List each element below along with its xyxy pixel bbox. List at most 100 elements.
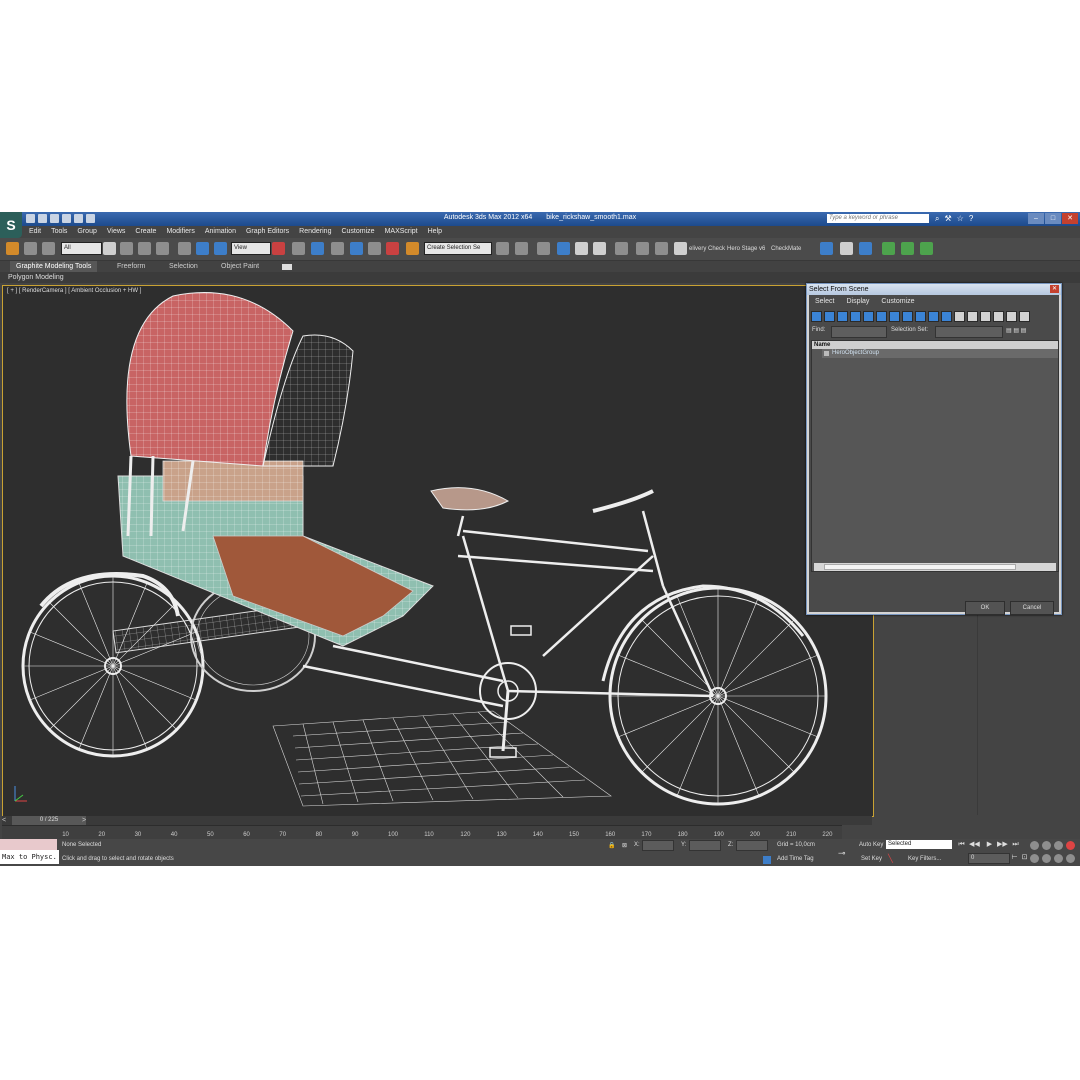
display-containers-icon[interactable] <box>928 311 939 322</box>
tab-graphite-modeling-tools[interactable]: Graphite Modeling Tools <box>10 261 98 272</box>
display-bones-icon[interactable] <box>915 311 926 322</box>
walk-through-icon[interactable] <box>1054 854 1063 863</box>
render-setup-icon[interactable] <box>636 242 649 255</box>
track-bar[interactable]: 10 20 30 40 50 60 70 80 90 100 110 120 130 140 150 160 1… <box>2 825 842 840</box>
maximize-toggle-icon[interactable] <box>1066 854 1075 863</box>
time-configuration-icon[interactable]: ⊡ <box>1020 854 1029 862</box>
absolute-mode-icon[interactable]: ⊠ <box>622 842 627 849</box>
dialog-menu-display[interactable]: Display <box>840 295 875 308</box>
previous-key-icon[interactable]: ◀◀ <box>969 841 980 849</box>
scene-object-list[interactable]: Name HeroObjectGroup <box>811 340 1059 572</box>
script-tool-2-icon[interactable] <box>840 242 853 255</box>
tab-selection[interactable]: Selection <box>169 261 198 272</box>
close-button[interactable]: ✕ <box>1062 213 1078 224</box>
graphite-toggle-icon[interactable] <box>557 242 570 255</box>
display-helpers-icon[interactable] <box>863 311 874 322</box>
display-invert-icon[interactable] <box>993 311 1004 322</box>
hero-stage-button[interactable]: Hero Stage v6 <box>727 246 765 252</box>
schematic-view-icon[interactable] <box>593 242 606 255</box>
angle-snap-icon[interactable] <box>350 242 363 255</box>
ok-button[interactable]: OK <box>965 601 1005 615</box>
menu-tools[interactable]: Tools <box>46 226 72 238</box>
zoom-icon[interactable] <box>1030 841 1039 850</box>
display-cameras-icon[interactable] <box>850 311 861 322</box>
column-header-name[interactable]: Name <box>812 341 1058 349</box>
orbit-icon[interactable] <box>1054 841 1063 850</box>
previous-frame-icon[interactable]: < <box>2 816 6 825</box>
filter-icon[interactable] <box>1019 311 1030 322</box>
script-tool-6-icon[interactable] <box>920 242 933 255</box>
select-and-manipulate-icon[interactable] <box>292 242 305 255</box>
menu-help[interactable]: Help <box>423 226 447 238</box>
unlink-icon[interactable] <box>24 242 37 255</box>
layer-manager-icon[interactable] <box>537 242 550 255</box>
named-selection-dropdown[interactable]: Create Selection Se <box>424 242 492 255</box>
auto-key-button[interactable]: Auto Key <box>859 842 883 848</box>
cancel-button[interactable]: Cancel <box>1010 601 1054 615</box>
help-icon[interactable]: ? <box>969 214 973 223</box>
search-icon[interactable]: ⌕ <box>935 214 939 223</box>
default-tangents-icon[interactable]: ╲ <box>888 854 893 863</box>
checkmate-button[interactable]: CheckMate <box>771 246 801 252</box>
play-icon[interactable]: ▶ <box>985 841 994 849</box>
polygon-modeling-panel[interactable]: Polygon Modeling <box>8 272 64 283</box>
maximize-button[interactable]: □ <box>1045 213 1061 224</box>
menu-edit[interactable]: Edit <box>24 226 46 238</box>
menu-group[interactable]: Group <box>72 226 101 238</box>
display-groups-icon[interactable] <box>889 311 900 322</box>
minimize-button[interactable]: – <box>1028 213 1044 224</box>
display-xrefs-icon[interactable] <box>902 311 913 322</box>
display-geometry-icon[interactable] <box>811 311 822 322</box>
material-editor-icon[interactable] <box>615 242 628 255</box>
next-key-icon[interactable]: ▶▶ <box>997 841 1008 849</box>
display-all-icon[interactable] <box>967 311 978 322</box>
scale-icon[interactable] <box>214 242 227 255</box>
maxscript-listener[interactable]: Max to Physc. <box>0 850 59 864</box>
perspective-viewport[interactable]: [ + ] [ RenderCamera ] [ Ambient Occlusi… <box>2 285 874 817</box>
menu-modifiers[interactable]: Modifiers <box>161 226 199 238</box>
list-item[interactable]: HeroObjectGroup <box>822 349 1058 358</box>
dialog-title-bar[interactable]: Select From Scene ✕ <box>807 284 1061 295</box>
display-hidden-icon[interactable] <box>954 311 965 322</box>
maxscript-listener-output[interactable] <box>0 839 57 850</box>
script-tool-3-icon[interactable] <box>859 242 872 255</box>
display-space-warps-icon[interactable] <box>876 311 887 322</box>
menu-create[interactable]: Create <box>130 226 161 238</box>
script-tool-4-icon[interactable] <box>882 242 895 255</box>
rotate-icon[interactable] <box>196 242 209 255</box>
menu-rendering[interactable]: Rendering <box>294 226 336 238</box>
field-of-view-icon[interactable] <box>1030 854 1039 863</box>
select-by-name-icon[interactable] <box>120 242 133 255</box>
add-time-tag-button[interactable]: Add Time Tag <box>777 856 814 862</box>
display-shapes-icon[interactable] <box>824 311 835 322</box>
curve-editor-icon[interactable] <box>575 242 588 255</box>
go-to-end-icon[interactable]: ⏭ <box>1011 841 1020 849</box>
percent-snap-icon[interactable] <box>368 242 381 255</box>
selection-set-tools-icon[interactable]: ▤ ▤ ▤ <box>1006 327 1026 334</box>
help-search-input[interactable]: Type a keyword or phrase <box>827 214 929 223</box>
time-slider-handle[interactable]: 0 / 225 <box>12 816 86 825</box>
scrollbar-thumb[interactable] <box>824 564 1016 570</box>
go-to-start-icon[interactable]: ⏮ <box>957 841 966 849</box>
current-frame-field[interactable]: 0 <box>968 853 1010 864</box>
reference-coordinate-dropdown[interactable]: View <box>231 242 271 255</box>
z-coordinate-field[interactable] <box>736 840 768 851</box>
mirror-icon[interactable] <box>496 242 509 255</box>
menu-customize[interactable]: Customize <box>336 226 379 238</box>
key-icon[interactable]: ⊸ <box>838 848 846 859</box>
horizontal-scrollbar[interactable] <box>814 563 1056 571</box>
selection-filter-dropdown[interactable]: All <box>61 242 102 255</box>
display-frozen-icon[interactable] <box>941 311 952 322</box>
select-object-icon[interactable] <box>103 242 116 255</box>
window-crossing-icon[interactable] <box>156 242 169 255</box>
dialog-menu-select[interactable]: Select <box>809 295 840 308</box>
selection-set-dropdown[interactable] <box>935 326 1003 338</box>
menu-maxscript[interactable]: MAXScript <box>380 226 423 238</box>
star-icon[interactable]: ☆ <box>957 214 964 223</box>
set-key-button[interactable]: Set Key <box>861 856 882 862</box>
tools-icon[interactable]: ⚒ <box>944 214 951 223</box>
link-icon[interactable] <box>6 242 19 255</box>
align-icon[interactable] <box>515 242 528 255</box>
key-mode-dropdown[interactable]: Selected <box>886 840 952 849</box>
next-frame-icon[interactable]: > <box>82 816 86 825</box>
